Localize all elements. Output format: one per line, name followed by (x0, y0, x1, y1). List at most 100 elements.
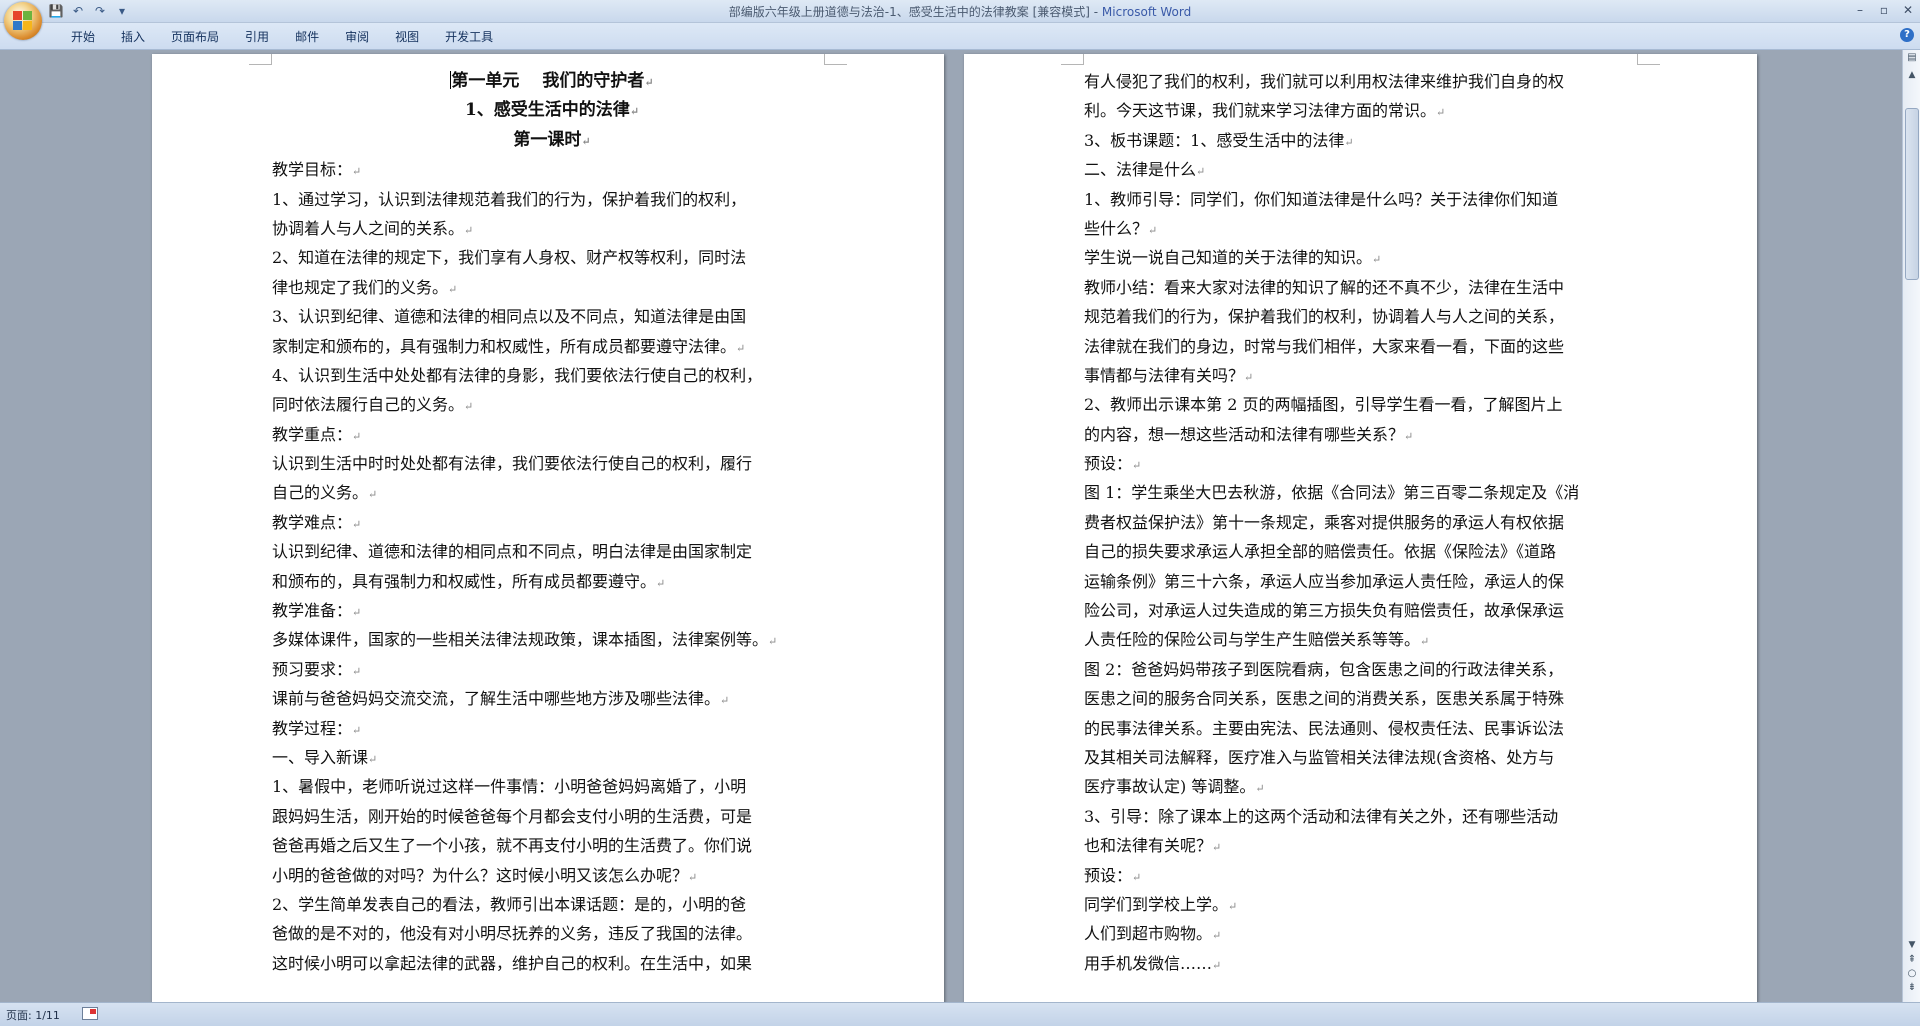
proofing-icon[interactable] (82, 1007, 98, 1020)
office-button[interactable] (4, 2, 42, 40)
text-line[interactable]: 医患之间的服务合同关系，医患之间的消费关系，医患关系属于特殊 (1084, 684, 1644, 713)
text-line[interactable]: 第一单元 我们的守护者↵ (272, 67, 832, 96)
text-line[interactable]: 人责任险的保险公司与学生产生赔偿关系等等。↵ (1084, 625, 1644, 654)
text-line[interactable]: 学生说一说自己知道的关于法律的知识。↵ (1084, 243, 1644, 272)
text-line[interactable]: 1、教师引导：同学们，你们知道法律是什么吗？关于法律你们知道 (1084, 185, 1644, 214)
document-area[interactable]: 第一单元 我们的守护者↵ 1、感受生活中的法律↵ 第一课时↵ 教学目标：↵ 1、通过学习… (0, 50, 1902, 1002)
text-line[interactable]: 2、知道在法律的规定下，我们享有人身权、财产权等权利，同时法 (272, 243, 832, 272)
paragraph-mark-icon: ↵ (720, 694, 730, 708)
text-line[interactable]: 4、认识到生活中处处都有法律的身影，我们要依法行使自己的权利， (272, 361, 832, 390)
tab-insert[interactable]: 插入 (108, 28, 158, 46)
text-line[interactable]: 用手机发微信……↵ (1084, 949, 1644, 978)
text-line[interactable]: 费者权益保护法》第十一条规定，乘客对提供服务的承运人有权依据 (1084, 508, 1644, 537)
text-line[interactable]: 二、法律是什么↵ (1084, 155, 1644, 184)
text-line[interactable]: 1、通过学习，认识到法律规范着我们的行为，保护着我们的权利， (272, 185, 832, 214)
line-text: 教学准备： (272, 601, 353, 621)
text-line[interactable]: 多媒体课件，国家的一些相关法律法规政策，课本插图，法律案例等。↵ (272, 625, 832, 654)
text-line[interactable]: 协调着人与人之间的关系。↵ (272, 214, 832, 243)
text-line[interactable]: 和颁布的，具有强制力和权威性，所有成员都要遵守。↵ (272, 567, 832, 596)
paragraph-mark-icon: ↵ (1420, 635, 1430, 649)
tab-developer[interactable]: 开发工具 (432, 28, 506, 46)
text-line[interactable]: 预设：↵ (1084, 861, 1644, 890)
text-line[interactable]: 自己的义务。↵ (272, 478, 832, 507)
line-text: 同学们到学校上学。 (1084, 894, 1229, 914)
text-line[interactable]: 利。今天这节课，我们就来学习法律方面的常识。↵ (1084, 96, 1644, 125)
text-line[interactable]: 这时候小明可以拿起法律的武器，维护自己的权利。在生活中，如果 (272, 949, 832, 978)
tab-page-layout[interactable]: 页面布局 (158, 28, 232, 46)
previous-page-icon[interactable]: ⇞ (1906, 954, 1918, 966)
text-line[interactable]: 3、板书课题：1、感受生活中的法律↵ (1084, 126, 1644, 155)
tab-review[interactable]: 审阅 (332, 28, 382, 46)
page-right[interactable]: 有人侵犯了我们的权利，我们就可以利用权法律来维护我们自身的权 利。今天这节课，我们… (964, 54, 1757, 1002)
scroll-down-icon[interactable]: ▼ (1905, 938, 1919, 952)
page-right-text[interactable]: 有人侵犯了我们的权利，我们就可以利用权法律来维护我们自身的权 利。今天这节课，我们… (1084, 67, 1644, 978)
text-line[interactable]: 2、教师出示课本第 2 页的两幅插图，引导学生看一看，了解图片上 (1084, 390, 1644, 419)
text-line[interactable]: 险公司，对承运人过失造成的第三方损失负有赔偿责任，故承保承运 (1084, 596, 1644, 625)
tab-references[interactable]: 引用 (232, 28, 282, 46)
text-line[interactable]: 爸做的是不对的，他没有对小明尽抚养的义务，违反了我国的法律。 (272, 919, 832, 948)
text-line[interactable]: 自己的损失要求承运人承担全部的赔偿责任。依据《保险法》《道路 (1084, 537, 1644, 566)
text-line[interactable]: 教学准备：↵ (272, 596, 832, 625)
text-line[interactable]: 图 2：爸爸妈妈带孩子到医院看病，包含医患之间的行政法律关系， (1084, 655, 1644, 684)
text-line[interactable]: 3、引导：除了课本上的这两个活动和法律有关之外，还有哪些活动 (1084, 802, 1644, 831)
text-line[interactable]: 家制定和颁布的，具有强制力和权威性，所有成员都要遵守法律。↵ (272, 332, 832, 361)
text-line[interactable]: 课前与爸爸妈妈交流交流，了解生活中哪些地方涉及哪些法律。↵ (272, 684, 832, 713)
line-text: 险公司，对承运人过失造成的第三方损失负有赔偿责任，故承保承运 (1084, 601, 1565, 621)
page-count[interactable]: 页面: 1/11 (6, 1007, 60, 1023)
tab-home[interactable]: 开始 (58, 28, 108, 46)
next-page-icon[interactable]: ⇟ (1906, 982, 1918, 994)
text-line[interactable]: 预设：↵ (1084, 449, 1644, 478)
minimize-icon[interactable]: – (1852, 2, 1868, 18)
text-line[interactable]: 律也规定了我们的义务。↵ (272, 273, 832, 302)
text-line[interactable]: 认识到生活中时时处处都有法律，我们要依法行使自己的权利，履行 (272, 449, 832, 478)
text-line[interactable]: 教学目标：↵ (272, 155, 832, 184)
text-line[interactable]: 运输条例》第三十六条，承运人应当参加承运人责任险，承运人的保 (1084, 567, 1644, 596)
text-line[interactable]: 第一课时↵ (272, 126, 832, 155)
text-line[interactable]: 有人侵犯了我们的权利，我们就可以利用权法律来维护我们自身的权 (1084, 67, 1644, 96)
line-text: 事情都与法律有关吗？ (1084, 365, 1245, 385)
text-line[interactable]: 事情都与法律有关吗？↵ (1084, 361, 1644, 390)
text-line[interactable]: 医疗事故认定) 等调整。↵ (1084, 772, 1644, 801)
close-icon[interactable]: ✕ (1900, 2, 1916, 18)
page-left[interactable]: 第一单元 我们的守护者↵ 1、感受生活中的法律↵ 第一课时↵ 教学目标：↵ 1、通过学习… (152, 54, 944, 1002)
browse-object-icon[interactable]: ○ (1906, 968, 1918, 980)
text-line[interactable]: 的内容，想一想这些活动和法律有哪些关系？↵ (1084, 420, 1644, 449)
text-line[interactable]: 认识到纪律、道德和法律的相同点和不同点，明白法律是由国家制定 (272, 537, 832, 566)
paragraph-mark-icon: ↵ (352, 664, 362, 678)
text-line[interactable]: 图 1：学生乘坐大巴去秋游，依据《合同法》第三百零二条规定及《消 (1084, 478, 1644, 507)
tab-mailings[interactable]: 邮件 (282, 28, 332, 46)
text-line[interactable]: 教师小结：看来大家对法律的知识了解的还不真不少，法律在生活中 (1084, 273, 1644, 302)
text-line[interactable]: 同时依法履行自己的义务。↵ (272, 390, 832, 419)
text-line[interactable]: 规范着我们的行为，保护着我们的权利，协调着人与人之间的关系， (1084, 302, 1644, 331)
text-line[interactable]: 人们到超市购物。↵ (1084, 919, 1644, 948)
help-icon[interactable]: ? (1900, 28, 1914, 42)
text-line[interactable]: 教学重点：↵ (272, 420, 832, 449)
scroll-up-icon[interactable]: ▲ (1905, 68, 1919, 82)
text-line[interactable]: 的民事法律关系。主要由宪法、民法通则、侵权责任法、民事诉讼法 (1084, 714, 1644, 743)
text-line[interactable]: 教学难点：↵ (272, 508, 832, 537)
text-line[interactable]: 1、暑假中，老师听说过这样一件事情：小明爸爸妈妈离婚了，小明 (272, 772, 832, 801)
restore-icon[interactable]: ▫ (1876, 2, 1892, 18)
text-line[interactable]: 预习要求：↵ (272, 655, 832, 684)
text-line[interactable]: 也和法律有关呢？↵ (1084, 831, 1644, 860)
text-line[interactable]: 及其相关司法解释，医疗准入与监管相关法律法规(含资格、处方与 (1084, 743, 1644, 772)
text-line[interactable]: 同学们到学校上学。↵ (1084, 890, 1644, 919)
paragraph-mark-icon: ↵ (1404, 429, 1414, 443)
text-line[interactable]: 3、认识到纪律、道德和法律的相同点以及不同点，知道法律是由国 (272, 302, 832, 331)
text-line[interactable]: 2、学生简单发表自己的看法，教师引出本课话题：是的，小明的爸 (272, 890, 832, 919)
text-line[interactable]: 1、感受生活中的法律↵ (272, 96, 832, 125)
text-line[interactable]: 教学过程：↵ (272, 714, 832, 743)
vertical-scrollbar[interactable]: ▤ ▲ ▼ ⇞ ○ ⇟ (1902, 50, 1920, 1002)
text-line[interactable]: 爸爸再婚之后又生了一个小孩，就不再支付小明的生活费了。你们说 (272, 831, 832, 860)
text-line[interactable]: 一、导入新课↵ (272, 743, 832, 772)
ruler-toggle-icon[interactable]: ▤ (1906, 52, 1918, 64)
text-line[interactable]: 法律就在我们的身边，时常与我们相伴，大家来看一看，下面的这些 (1084, 332, 1644, 361)
tab-view[interactable]: 视图 (382, 28, 432, 46)
text-line[interactable]: 些什么？↵ (1084, 214, 1644, 243)
text-line[interactable]: 小明的爸爸做的对吗？为什么？这时候小明又该怎么办呢？↵ (272, 861, 832, 890)
page-left-text[interactable]: 第一单元 我们的守护者↵ 1、感受生活中的法律↵ 第一课时↵ 教学目标：↵ 1、通过学习… (272, 67, 832, 978)
scroll-thumb[interactable] (1905, 108, 1919, 280)
margin-corner-top-left (1061, 54, 1084, 65)
line-text: 人责任险的保险公司与学生产生赔偿关系等等。 (1084, 630, 1421, 650)
text-line[interactable]: 跟妈妈生活，刚开始的时候爸爸每个月都会支付小明的生活费，可是 (272, 802, 832, 831)
